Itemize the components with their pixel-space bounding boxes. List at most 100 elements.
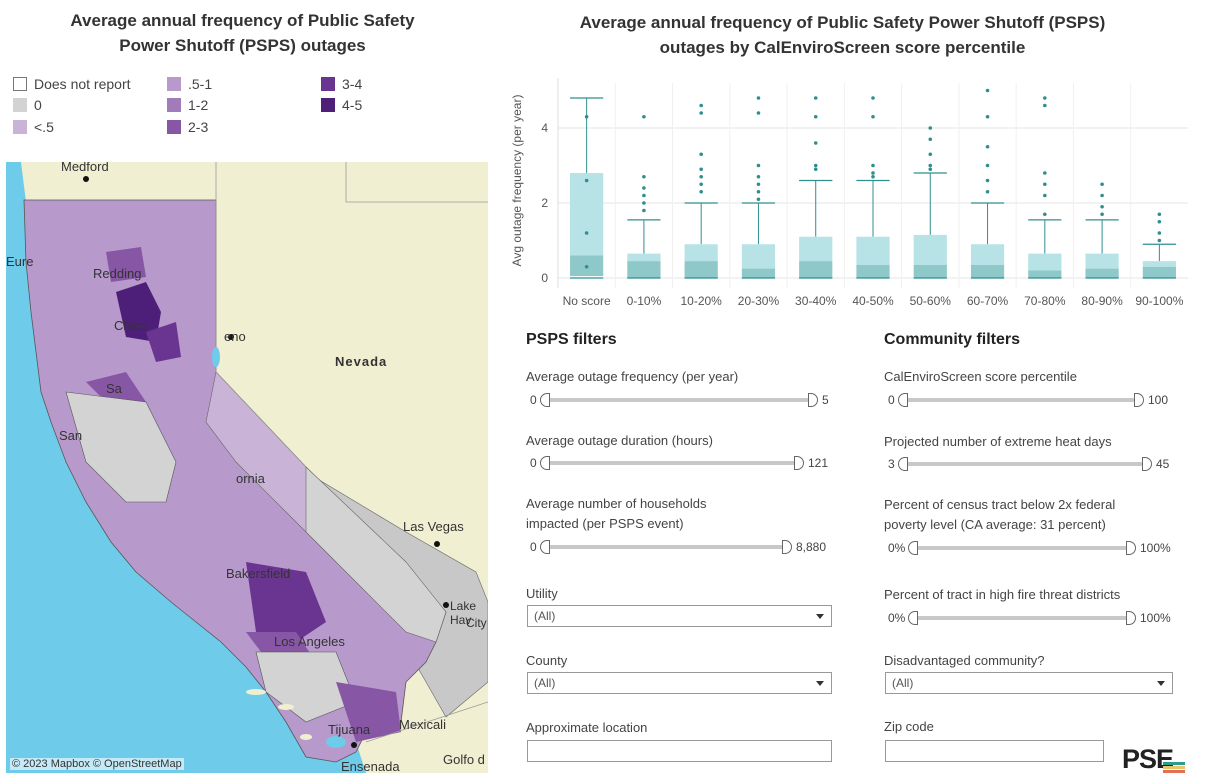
data-point (813, 141, 818, 145)
slider-handle-max[interactable] (1142, 457, 1152, 471)
salton-sea (326, 736, 346, 748)
slider-min: 0 (530, 393, 537, 407)
duration-slider[interactable]: 0 121 (526, 455, 831, 471)
zip-input[interactable] (885, 740, 1104, 762)
x-tick-label: 40-50% (852, 294, 894, 308)
x-tick-label: 70-80% (1024, 294, 1066, 308)
legend-swatch (321, 98, 335, 112)
data-point (928, 137, 933, 142)
slider-handle-min[interactable] (540, 393, 550, 407)
slider-track[interactable] (902, 398, 1142, 402)
legend-label: <.5 (34, 119, 54, 135)
county-dropdown[interactable]: (All) (527, 672, 832, 694)
legend-swatch (13, 77, 27, 91)
chevron-down-icon[interactable] (1157, 681, 1165, 686)
psps-filters-title: PSPS filters (526, 331, 617, 348)
fire-slider[interactable]: 0% 100% (884, 610, 1179, 626)
slider-track[interactable] (902, 462, 1150, 466)
slider-handle-min[interactable] (908, 611, 918, 625)
data-point (584, 231, 589, 235)
data-point (1157, 219, 1162, 224)
x-tick-label: No score (563, 294, 611, 308)
filter-label-line: impacted (per PSPS event) (526, 516, 684, 531)
data-point (756, 197, 761, 202)
slider-handle-min[interactable] (898, 457, 908, 471)
map-canvas[interactable] (6, 162, 488, 773)
place-label: Golfo d (443, 752, 485, 767)
data-point (813, 163, 818, 168)
data-point (1043, 96, 1047, 100)
legend-label: 4-5 (342, 97, 363, 113)
boxplot-svg[interactable]: 0 2 4 Avg outage frequency (per year) No sco… (505, 75, 1205, 315)
box-upper (570, 173, 604, 256)
location-input[interactable] (527, 740, 832, 762)
data-point (871, 171, 875, 175)
slider-handle-max[interactable] (1126, 611, 1136, 625)
data-point (985, 178, 990, 183)
data-point (756, 182, 761, 187)
slider-handle-max[interactable] (782, 540, 792, 554)
slider-handle-max[interactable] (1134, 393, 1144, 407)
utility-dropdown[interactable]: (All) (527, 605, 832, 627)
legend-item[interactable]: 3-4 (321, 76, 362, 92)
slider-handle-max[interactable] (1126, 541, 1136, 555)
filter-label-line: Average number of households (526, 496, 707, 511)
data-point (1157, 212, 1162, 217)
slider-track[interactable] (544, 398, 812, 402)
legend-item[interactable]: <.5 (13, 119, 54, 135)
chevron-down-icon[interactable] (816, 614, 824, 619)
freq-slider[interactable]: 0 5 (526, 392, 831, 408)
slider-track[interactable] (912, 546, 1134, 550)
heat-slider[interactable]: 3 45 (884, 456, 1179, 472)
data-point (756, 111, 761, 115)
households-slider[interactable]: 0 8,880 (526, 539, 831, 555)
data-point (871, 163, 875, 168)
boxplot-chart[interactable]: 0 2 4 Avg outage frequency (per year) No sco… (505, 75, 1205, 315)
logo-stripe (1163, 770, 1185, 773)
box-upper (1085, 253, 1119, 269)
channel-island (278, 704, 294, 710)
slider-track[interactable] (912, 616, 1134, 620)
legend-item[interactable]: 1-2 (167, 97, 208, 113)
legend-item[interactable]: 0 (13, 97, 42, 113)
place-label: Tijuana (328, 722, 371, 737)
data-point (699, 189, 703, 194)
poverty-slider[interactable]: 0% 100% (884, 540, 1179, 556)
filter-label: Utility (526, 586, 558, 601)
place-label: City (466, 616, 487, 630)
slider-handle-min[interactable] (908, 541, 918, 555)
data-point (985, 114, 990, 119)
box-upper (684, 244, 718, 262)
slider-handle-min[interactable] (540, 456, 550, 470)
data-point (928, 167, 933, 172)
legend-swatch (321, 77, 335, 91)
box-upper (913, 234, 947, 265)
slider-min: 0 (888, 393, 895, 407)
map-view[interactable]: Medford Eure Redding Chico eno Sa San Ne… (6, 162, 488, 773)
map-title: Average annual frequency of Public Safet… (20, 8, 465, 58)
slider-track[interactable] (544, 461, 802, 465)
box-upper (970, 244, 1005, 265)
legend-item[interactable]: 2-3 (167, 119, 208, 135)
filter-label: Projected number of extreme heat days (884, 434, 1112, 449)
legend-item[interactable]: .5-1 (167, 76, 212, 92)
legend-item[interactable]: Does not report (13, 76, 131, 92)
map-attribution[interactable]: © 2023 Mapbox © OpenStreetMap (10, 758, 184, 770)
legend-swatch (13, 98, 27, 112)
filter-label-line: poverty level (CA average: 31 percent) (884, 517, 1106, 532)
filter-label: Average outage frequency (per year) (526, 369, 739, 384)
legend-item[interactable]: 4-5 (321, 97, 362, 113)
x-tick-label: 50-60% (910, 294, 952, 308)
slider-handle-max[interactable] (808, 393, 818, 407)
slider-handle-min[interactable] (540, 540, 550, 554)
chevron-down-icon[interactable] (816, 681, 824, 686)
disadvantaged-dropdown[interactable]: (All) (885, 672, 1173, 694)
slider-handle-max[interactable] (794, 456, 804, 470)
slider-track[interactable] (544, 545, 788, 549)
slider-handle-min[interactable] (898, 393, 908, 407)
data-point (813, 114, 818, 119)
data-point (1043, 171, 1047, 175)
filter-label: CalEnviroScreen score percentile (884, 369, 1077, 384)
ces-slider[interactable]: 0 100 (884, 392, 1179, 408)
slider-max: 45 (1156, 457, 1170, 471)
